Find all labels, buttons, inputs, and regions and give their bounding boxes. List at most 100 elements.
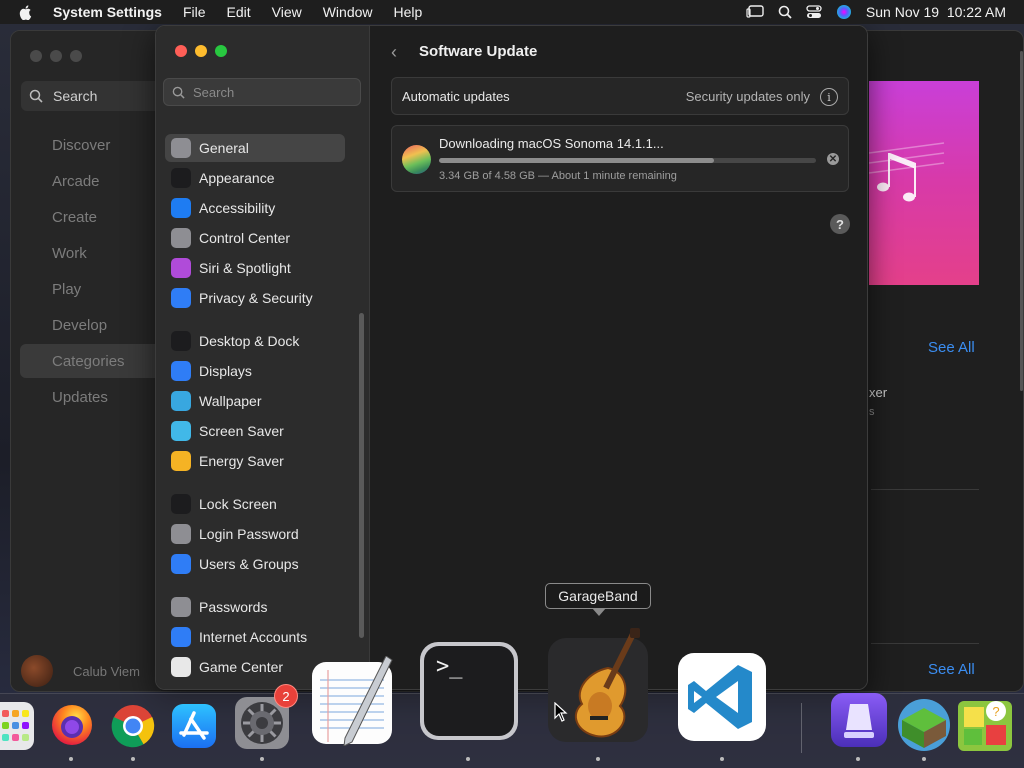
dock-terminal[interactable]: >_	[418, 640, 520, 742]
dock-downloads[interactable]: ?	[956, 695, 1014, 753]
sidebar-item-control-center[interactable]: Control Center	[165, 224, 345, 252]
dock-garageband[interactable]	[546, 628, 650, 746]
app-store-nav-updates[interactable]: Updates	[52, 389, 108, 406]
sun-icon	[171, 361, 191, 381]
music-artwork-card[interactable]	[868, 81, 979, 285]
dock-minecraft[interactable]	[896, 698, 952, 752]
menu-datetime[interactable]: Sun Nov 19 10:22 AM	[866, 4, 1006, 20]
accessibility-icon	[171, 198, 191, 218]
app-title-fragment[interactable]: xer	[869, 385, 887, 400]
sidebar-item-accessibility[interactable]: Accessibility	[165, 194, 345, 222]
sidebar-item-label: Desktop & Dock	[199, 333, 300, 349]
menu-window[interactable]: Window	[323, 4, 373, 20]
system-settings-window: General Appearance Accessibility Control Ce…	[155, 25, 868, 690]
dock-chrome[interactable]	[110, 703, 156, 749]
app-store-nav-discover[interactable]: Discover	[52, 137, 110, 154]
cancel-download-icon[interactable]: ✕	[827, 153, 839, 165]
search-icon	[172, 86, 185, 99]
zoom-button[interactable]	[215, 45, 227, 57]
control-center-icon[interactable]	[806, 5, 822, 19]
sidebar-item-label: Game Center	[199, 659, 284, 675]
sidebar-item-general[interactable]: General	[165, 134, 345, 162]
terminal-icon	[420, 642, 518, 740]
sidebar-item-internet-accounts[interactable]: Internet Accounts	[165, 623, 345, 651]
automatic-updates-row[interactable]: Automatic updates Security updates only …	[391, 77, 849, 115]
app-store-nav-categories[interactable]: Categories	[52, 353, 125, 370]
dock-mainstage[interactable]	[830, 692, 888, 748]
sidebar-item-label: Lock Screen	[199, 496, 277, 512]
sidebar-item-login-password[interactable]: Login Password	[165, 520, 345, 548]
dock-textedit[interactable]	[310, 655, 394, 747]
textedit-icon	[312, 655, 393, 747]
running-indicator	[922, 757, 926, 761]
running-indicator	[466, 757, 470, 761]
sidebar-item-wallpaper[interactable]: Wallpaper	[165, 387, 345, 415]
spotlight-search-icon[interactable]	[778, 5, 792, 19]
search-input[interactable]	[193, 84, 353, 100]
sidebar-item-energy-saver[interactable]: Energy Saver	[165, 447, 345, 475]
running-indicator	[720, 757, 724, 761]
minimize-button[interactable]	[195, 45, 207, 57]
see-all-link-2[interactable]: See All	[928, 661, 975, 678]
app-store-minimize-button[interactable]	[50, 50, 62, 62]
help-button[interactable]: ?	[830, 214, 850, 234]
download-row: Downloading macOS Sonoma 14.1.1... ✕ 3.3…	[391, 125, 849, 192]
sidebar-item-label: Appearance	[199, 170, 275, 186]
running-indicator	[131, 757, 135, 761]
divider	[871, 489, 979, 490]
see-all-link-1[interactable]: See All	[928, 339, 975, 356]
app-store-nav-arcade[interactable]: Arcade	[52, 173, 100, 190]
menu-view[interactable]: View	[272, 4, 302, 20]
menu-edit[interactable]: Edit	[227, 4, 251, 20]
dock-vscode[interactable]	[676, 651, 768, 743]
divider	[871, 643, 979, 644]
dock-firefox[interactable]	[50, 703, 94, 747]
sidebar-item-desktop-and-dock[interactable]: Desktop & Dock	[165, 327, 345, 355]
back-chevron-icon[interactable]: ‹	[391, 42, 397, 63]
stage-manager-icon[interactable]	[746, 5, 764, 19]
avatar	[21, 655, 53, 687]
app-store-search-field[interactable]: Search	[21, 81, 161, 111]
key-icon	[171, 597, 191, 617]
app-store-scrollbar[interactable]	[1020, 51, 1023, 391]
menu-file[interactable]: File	[183, 4, 206, 20]
sidebar-item-label: Energy Saver	[199, 453, 284, 469]
page-title: Software Update	[419, 43, 538, 60]
at-icon	[171, 627, 191, 647]
sidebar-item-siri-and-spotlight[interactable]: Siri & Spotlight	[165, 254, 345, 282]
close-button[interactable]	[175, 45, 187, 57]
menu-app-name[interactable]: System Settings	[53, 4, 162, 20]
app-store-nav-create[interactable]: Create	[52, 209, 97, 226]
app-store-account[interactable]: Calub Viem	[21, 655, 140, 687]
app-store-nav-play[interactable]: Play	[52, 281, 81, 298]
dock-launchpad[interactable]	[0, 702, 34, 750]
app-store-nav-work[interactable]: Work	[52, 245, 87, 262]
sidebar-item-appearance[interactable]: Appearance	[165, 164, 345, 192]
sidebar-item-lock-screen[interactable]: Lock Screen	[165, 490, 345, 518]
sidebar-scrollbar[interactable]	[359, 313, 364, 638]
sidebar-item-users-and-groups[interactable]: Users & Groups	[165, 550, 345, 578]
automatic-updates-label: Automatic updates	[402, 89, 510, 104]
app-store-close-button[interactable]	[30, 50, 42, 62]
app-store-sidebar: Search Discover Arcade Create Work Play …	[11, 31, 161, 691]
sidebar-item-label: Accessibility	[199, 200, 276, 216]
dock-icon	[171, 331, 191, 351]
hand-icon	[171, 288, 191, 308]
sidebar-item-displays[interactable]: Displays	[165, 357, 345, 385]
sidebar-item-label: Privacy & Security	[199, 290, 313, 306]
sidebar-item-privacy-and-security[interactable]: Privacy & Security	[165, 284, 345, 312]
app-store-zoom-button[interactable]	[70, 50, 82, 62]
app-store-nav-develop[interactable]: Develop	[52, 317, 107, 334]
sidebar-item-passwords[interactable]: Passwords	[165, 593, 345, 621]
app-store-icon	[172, 704, 216, 748]
apple-menu-icon[interactable]	[18, 4, 34, 20]
downloads-stack-icon: ?	[958, 701, 1012, 751]
siri-icon[interactable]	[836, 4, 852, 20]
menu-help[interactable]: Help	[394, 4, 423, 20]
sidebar-item-screen-saver[interactable]: Screen Saver	[165, 417, 345, 445]
info-icon[interactable]: i	[820, 88, 838, 106]
tooltip-arrow	[592, 608, 606, 616]
settings-search-field[interactable]	[163, 78, 361, 106]
dock-app-store[interactable]	[170, 702, 218, 750]
login-lock-icon	[171, 524, 191, 544]
